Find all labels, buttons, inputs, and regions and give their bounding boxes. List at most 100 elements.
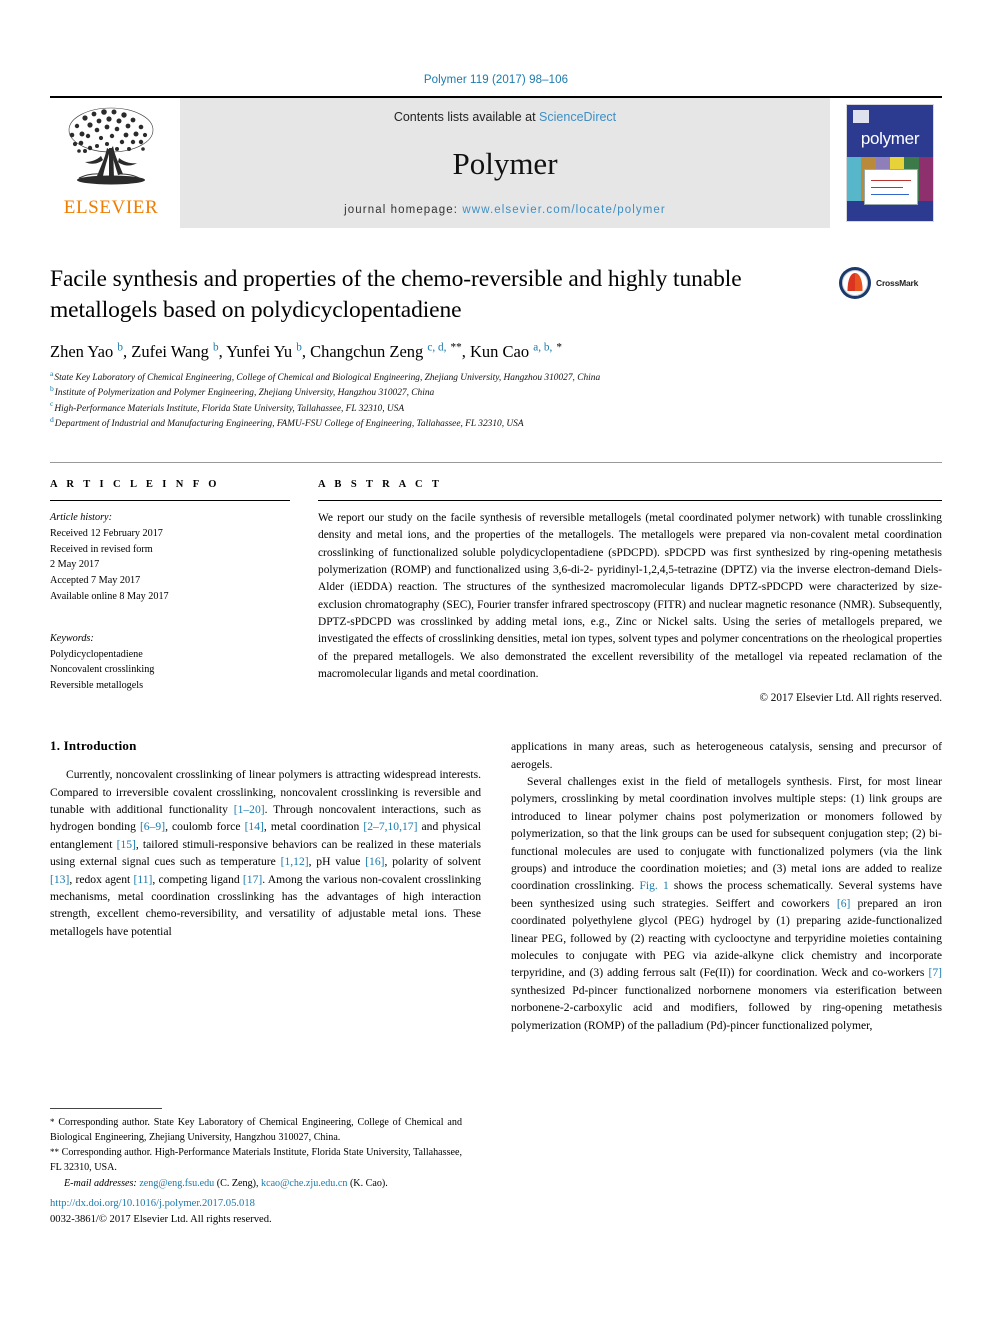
- corresponding-author-note-2: ** Corresponding author. High-Performanc…: [50, 1146, 462, 1175]
- abstract-rule: [318, 499, 942, 501]
- affiliation-item: bInstitute of Polymerization and Polymer…: [50, 384, 832, 401]
- contents-prefix: Contents lists available at: [393, 110, 536, 124]
- keywords-label: Keywords:: [50, 632, 94, 644]
- article-info-rule: [50, 499, 290, 501]
- keywords-block: Keywords: Polydicyclopentadiene Noncoval…: [50, 631, 290, 694]
- author-item: Zhen Yao b: [50, 341, 123, 362]
- journal-title: Polymer: [452, 145, 558, 181]
- email-owner-cao: (K. Cao).: [349, 1177, 388, 1189]
- author-item: Changchun Zeng c, d, **: [310, 341, 462, 362]
- journal-cover-thumbnail: polymer: [838, 98, 942, 228]
- abstract-column: A B S T R A C T We report our study on t…: [308, 479, 942, 704]
- affiliation-item: dDepartment of Industrial and Manufactur…: [50, 414, 832, 432]
- affiliation-label: d: [50, 414, 54, 424]
- article-page: Polymer 119 (2017) 98–106 ELSEVIER Conte…: [0, 0, 992, 1323]
- crossmark-label: CrossMark: [876, 278, 919, 288]
- citation-link[interactable]: [13]: [50, 873, 69, 886]
- cover-chart-inset: [864, 169, 918, 205]
- abstract-heading: A B S T R A C T: [318, 478, 443, 490]
- citation-link[interactable]: [1–20]: [234, 803, 265, 816]
- cover-journal-word: polymer: [860, 129, 920, 148]
- footnote-text: Corresponding author. High-Performance M…: [50, 1147, 462, 1173]
- affiliation-text: State Key Laboratory of Chemical Enginee…: [54, 373, 601, 384]
- history-item: Available online 8 May 2017: [50, 591, 169, 603]
- paragraph-text: synthesized Pd-pincer functionalized nor…: [511, 983, 942, 1032]
- email-link-cao[interactable]: kcao@che.zju.edu.cn: [261, 1178, 347, 1189]
- affiliation-item: aState Key Laboratory of Chemical Engine…: [50, 370, 832, 386]
- body-right-column: applications in many areas, such as hete…: [511, 738, 942, 1034]
- body-columns: 1. Introduction Currently, noncovalent c…: [50, 738, 942, 1034]
- footer-block: http://dx.doi.org/10.1016/j.polymer.2017…: [50, 1196, 480, 1228]
- history-item: 2 May 2017: [50, 559, 100, 571]
- footnote-rule: [50, 1108, 162, 1109]
- contents-available-line: Contents lists available at ScienceDirec…: [394, 110, 616, 124]
- keyword-item: Noncovalent crosslinking: [50, 664, 155, 676]
- cover-elsevier-mark-icon: [853, 110, 869, 123]
- corresponding-author-note-1: * Corresponding author. State Key Labora…: [50, 1116, 462, 1145]
- paragraph-text: , coulomb force: [165, 820, 245, 834]
- citation-link[interactable]: [15]: [117, 838, 136, 851]
- body-left-column: 1. Introduction Currently, noncovalent c…: [50, 738, 481, 1034]
- email-addresses-note: E-mail addresses: zeng@eng.fsu.edu (C. Z…: [64, 1177, 388, 1189]
- affiliation-label: b: [50, 384, 54, 394]
- history-item: Received 12 February 2017: [50, 527, 163, 539]
- cover-footer-text: [847, 212, 933, 217]
- affiliation-text: Department of Industrial and Manufacturi…: [54, 418, 524, 429]
- homepage-url-link[interactable]: www.elsevier.com/locate/polymer: [462, 204, 665, 216]
- paragraph-text: , redox agent: [69, 872, 134, 886]
- title-block: CrossMark Facile synthesis and propertie…: [50, 264, 942, 432]
- paragraph-text: Several challenges exist in the field of…: [511, 775, 942, 893]
- elsevier-wordmark: ELSEVIER: [63, 197, 159, 218]
- doi-link[interactable]: http://dx.doi.org/10.1016/j.polymer.2017…: [50, 1196, 480, 1212]
- email-label: E-mail addresses:: [64, 1177, 137, 1189]
- page-title: Facile synthesis and properties of the c…: [50, 266, 742, 324]
- footnote-text: Corresponding author. State Key Laborato…: [50, 1117, 462, 1143]
- article-history-label: Article history:: [50, 511, 112, 523]
- email-link-zeng[interactable]: zeng@eng.fsu.edu: [139, 1178, 214, 1189]
- affiliation-list: aState Key Laboratory of Chemical Engine…: [50, 370, 832, 432]
- citation-link[interactable]: [14]: [245, 820, 264, 833]
- journal-homepage-line: journal homepage: www.elsevier.com/locat…: [344, 204, 666, 216]
- citation-link[interactable]: [6]: [837, 897, 851, 910]
- citation-link[interactable]: [2–7,10,17]: [363, 820, 417, 833]
- sciencedirect-link[interactable]: ScienceDirect: [539, 110, 616, 124]
- keyword-item: Polydicyclopentadiene: [50, 648, 143, 660]
- citation-link[interactable]: [16]: [365, 855, 384, 868]
- citation-link[interactable]: [1,12]: [281, 855, 309, 868]
- section-heading-introduction: 1. Introduction: [50, 738, 137, 754]
- issn-copyright-line: 0032-3861/© 2017 Elsevier Ltd. All right…: [50, 1213, 272, 1225]
- paragraph-text: , competing ligand: [152, 872, 243, 886]
- footnote-marker: *: [50, 1117, 55, 1127]
- article-info-column: A R T I C L E I N F O Article history: R…: [50, 479, 308, 704]
- affiliation-item: cHigh-Performance Materials Institute, F…: [50, 400, 832, 417]
- figure-link[interactable]: Fig. 1: [639, 879, 668, 892]
- history-item: Accepted 7 May 2017: [50, 575, 141, 587]
- paragraph-text: , metal coordination: [263, 820, 364, 834]
- elsevier-tree-icon: [68, 107, 154, 185]
- article-info-heading: A R T I C L E I N F O: [50, 478, 220, 490]
- author-item: Zufei Wang b: [131, 341, 219, 362]
- footnotes-block: * Corresponding author. State Key Labora…: [50, 1108, 462, 1191]
- citation-link[interactable]: [11]: [133, 873, 152, 886]
- history-item: Received in revised form: [50, 543, 153, 555]
- masthead-center-panel: Contents lists available at ScienceDirec…: [180, 98, 830, 228]
- journal-masthead: ELSEVIER Contents lists available at Sci…: [50, 96, 942, 228]
- homepage-prefix: journal homepage:: [344, 204, 459, 216]
- abstract-copyright: © 2017 Elsevier Ltd. All rights reserved…: [759, 692, 943, 705]
- citation-link[interactable]: [7]: [928, 966, 942, 979]
- footnote-marker: **: [50, 1147, 59, 1158]
- running-head: Polymer 119 (2017) 98–106: [423, 74, 569, 86]
- affiliation-text: High-Performance Materials Institute, Fl…: [54, 403, 405, 414]
- elsevier-logo: ELSEVIER: [50, 98, 172, 228]
- crossmark-badge[interactable]: CrossMark: [838, 266, 942, 300]
- affiliation-text: Institute of Polymerization and Polymer …: [54, 388, 435, 399]
- author-item: Kun Cao a, b, *: [470, 341, 563, 362]
- citation-link[interactable]: [6–9]: [140, 820, 165, 833]
- crossmark-icon: [839, 267, 871, 299]
- paragraph-text: , pH value: [308, 855, 366, 869]
- citation-link[interactable]: [17]: [243, 873, 262, 886]
- author-list: Zhen Yao b, Zufei Wang b, Yunfei Yu b, C…: [50, 341, 563, 362]
- keyword-item: Reversible metallogels: [50, 680, 144, 692]
- intro-paragraph-1: Currently, noncovalent crosslinking of l…: [50, 766, 481, 940]
- intro-paragraph-continuation: applications in many areas, such as hete…: [511, 740, 942, 771]
